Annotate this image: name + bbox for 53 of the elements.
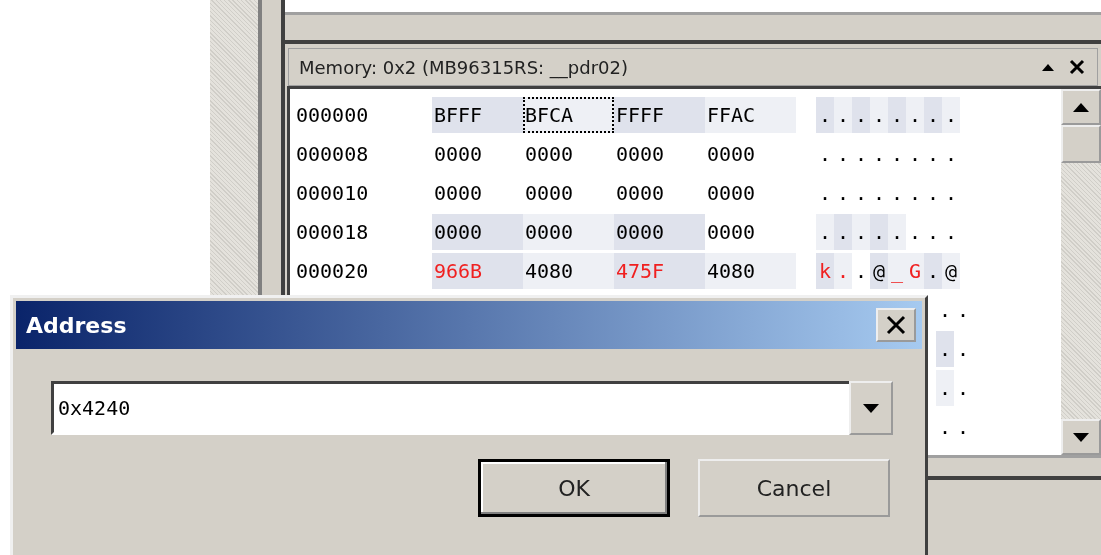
dropdown-button[interactable] xyxy=(849,381,893,435)
ascii-char: k xyxy=(816,252,834,289)
ascii-char: . xyxy=(852,96,870,133)
hex-cell[interactable]: FFAC xyxy=(705,96,796,133)
ascii-char: . xyxy=(834,252,852,289)
dialog-title: Address xyxy=(26,312,127,338)
ascii-char: . xyxy=(942,96,960,133)
hex-cell[interactable]: 0000 xyxy=(614,213,705,250)
address-cell-text: 000000 xyxy=(295,102,370,127)
address-cell-text: 000010 xyxy=(295,180,370,205)
address-input-field[interactable]: 0x4240 xyxy=(51,381,849,435)
scroll-up-button[interactable] xyxy=(1061,89,1101,125)
ascii-char: . xyxy=(924,96,942,133)
ascii-char: @ xyxy=(942,252,960,289)
ascii-char: G xyxy=(906,252,924,289)
ascii-char: . xyxy=(834,213,852,250)
dialog-button[interactable]: Cancel xyxy=(698,459,890,517)
hex-cell[interactable]: 0000 xyxy=(523,213,614,250)
ascii-char: . xyxy=(816,213,834,250)
ascii-char: . xyxy=(888,213,906,250)
hex-cell[interactable]: BFCA xyxy=(523,96,614,133)
address-cell-text: 000018 xyxy=(295,219,370,244)
close-icon[interactable] xyxy=(1069,59,1085,75)
hex-cell[interactable]: 4080 xyxy=(523,252,614,289)
ascii-char: . xyxy=(816,96,834,133)
collapse-icon[interactable] xyxy=(1041,62,1055,72)
down-arrow-icon xyxy=(1073,432,1089,442)
dialog-button[interactable]: OK xyxy=(478,459,670,517)
hex-cell[interactable]: BFFF xyxy=(432,96,523,133)
caret-icon xyxy=(863,403,879,413)
ascii-char: . xyxy=(834,96,852,133)
scroll-down-button[interactable] xyxy=(1061,419,1101,455)
hex-cell[interactable]: 4080 xyxy=(705,252,796,289)
hex-cell[interactable]: FFFF xyxy=(614,96,705,133)
ascii-char: . xyxy=(870,213,888,250)
ascii-char: . xyxy=(924,252,942,289)
up-arrow-icon xyxy=(1073,102,1089,112)
ascii-char: . xyxy=(852,213,870,250)
close-button[interactable] xyxy=(876,308,916,342)
close-icon xyxy=(885,315,907,335)
ascii-char: _ xyxy=(888,252,906,289)
panel-title: Memory: 0x2 (MB96315RS: __pdr02) xyxy=(299,56,630,78)
ascii-char: . xyxy=(870,96,888,133)
ascii-char: . xyxy=(888,96,906,133)
address-cell-text: 000008 xyxy=(295,141,370,166)
ascii-char: . xyxy=(906,96,924,133)
address-cell-text: 000020 xyxy=(295,258,370,283)
hex-cell[interactable]: 0000 xyxy=(432,213,523,250)
vertical-scrollbar[interactable] xyxy=(1061,89,1101,455)
ascii-char: . xyxy=(936,330,954,367)
ascii-char: . xyxy=(936,369,954,406)
ascii-char: @ xyxy=(870,252,888,289)
scroll-thumb[interactable] xyxy=(1061,125,1101,163)
